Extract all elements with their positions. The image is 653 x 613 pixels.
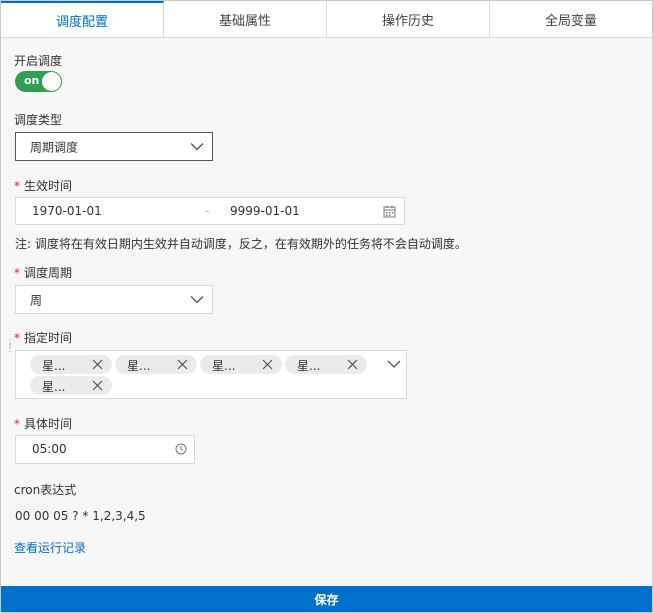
- specific-time-picker[interactable]: 05:00: [15, 435, 195, 464]
- chevron-down-icon: [190, 142, 204, 150]
- effective-time-label: * 生效时间: [14, 177, 72, 194]
- schedule-cycle-label-text: 调度周期: [24, 266, 73, 280]
- required-mark: *: [14, 266, 20, 280]
- specify-time-multiselect[interactable]: 星... 星... 星... 星... 星...: [15, 350, 407, 399]
- close-icon[interactable]: [92, 359, 103, 370]
- specify-time-label-text: 指定时间: [24, 331, 73, 345]
- specific-time-label-text: 具体时间: [24, 417, 73, 431]
- tab-operation-history[interactable]: 操作历史: [327, 1, 490, 37]
- tag-label: 星...: [297, 359, 321, 373]
- schedule-config-panel: 调度配置 基础属性 操作历史 全局变量 开启调度 on 调度类型 周期调度 * 生…: [0, 0, 653, 613]
- clock-icon[interactable]: [175, 443, 187, 455]
- start-date-input[interactable]: 1970-01-01: [32, 204, 102, 218]
- specific-time-label: * 具体时间: [14, 415, 72, 432]
- weekday-tag: 星...: [30, 355, 112, 374]
- chevron-down-icon[interactable]: [387, 360, 401, 369]
- tab-global-variables[interactable]: 全局变量: [490, 1, 652, 37]
- schedule-type-select[interactable]: 周期调度: [15, 132, 213, 161]
- cron-expression: 00 00 05 ? * 1,2,3,4,5: [15, 509, 146, 523]
- tab-bar: 调度配置 基础属性 操作历史 全局变量: [1, 1, 652, 38]
- cron-label: cron表达式: [14, 483, 77, 497]
- end-date-input[interactable]: 9999-01-01: [230, 204, 300, 218]
- close-icon[interactable]: [177, 359, 188, 370]
- schedule-cycle-value: 周: [30, 293, 43, 307]
- view-run-log-link[interactable]: 查看运行记录: [14, 539, 86, 556]
- tab-schedule-config[interactable]: 调度配置: [1, 1, 164, 37]
- specify-time-label: * 指定时间: [14, 329, 72, 346]
- close-icon[interactable]: [92, 380, 103, 391]
- calendar-icon[interactable]: [383, 205, 396, 218]
- save-button[interactable]: 保存: [1, 586, 652, 612]
- enable-schedule-toggle[interactable]: on: [15, 71, 62, 92]
- schedule-cycle-select[interactable]: 周: [15, 285, 213, 314]
- chevron-down-icon: [190, 295, 204, 303]
- effective-time-label-text: 生效时间: [24, 179, 73, 193]
- specific-time-value: 05:00: [32, 442, 67, 456]
- tag-label: 星...: [42, 380, 66, 394]
- weekday-tag: 星...: [115, 355, 197, 374]
- close-icon[interactable]: [262, 359, 273, 370]
- toggle-state-text: on: [24, 74, 40, 87]
- enable-schedule-label: 开启调度: [14, 54, 63, 68]
- required-mark: *: [14, 417, 20, 431]
- weekday-tag: 星...: [285, 355, 367, 374]
- schedule-cycle-label: * 调度周期: [14, 264, 72, 281]
- close-icon[interactable]: [347, 359, 358, 370]
- effective-note: 注: 调度将在有效日期内生效并自动调度，反之，在有效期外的任务将不会自动调度。: [15, 237, 467, 251]
- toggle-knob: [42, 72, 61, 91]
- tab-basic-properties[interactable]: 基础属性: [164, 1, 327, 37]
- tag-label: 星...: [42, 359, 66, 373]
- schedule-type-value: 周期调度: [30, 140, 79, 154]
- effective-date-range-picker[interactable]: 1970-01-01 - 9999-01-01: [15, 197, 405, 225]
- required-mark: *: [14, 331, 20, 345]
- required-mark: *: [14, 179, 20, 193]
- weekday-tag: 星...: [30, 376, 112, 395]
- tag-label: 星...: [127, 359, 151, 373]
- tag-label: 星...: [212, 359, 236, 373]
- date-range-separator: -: [205, 204, 210, 218]
- weekday-tag: 星...: [200, 355, 282, 374]
- schedule-type-label: 调度类型: [14, 113, 63, 127]
